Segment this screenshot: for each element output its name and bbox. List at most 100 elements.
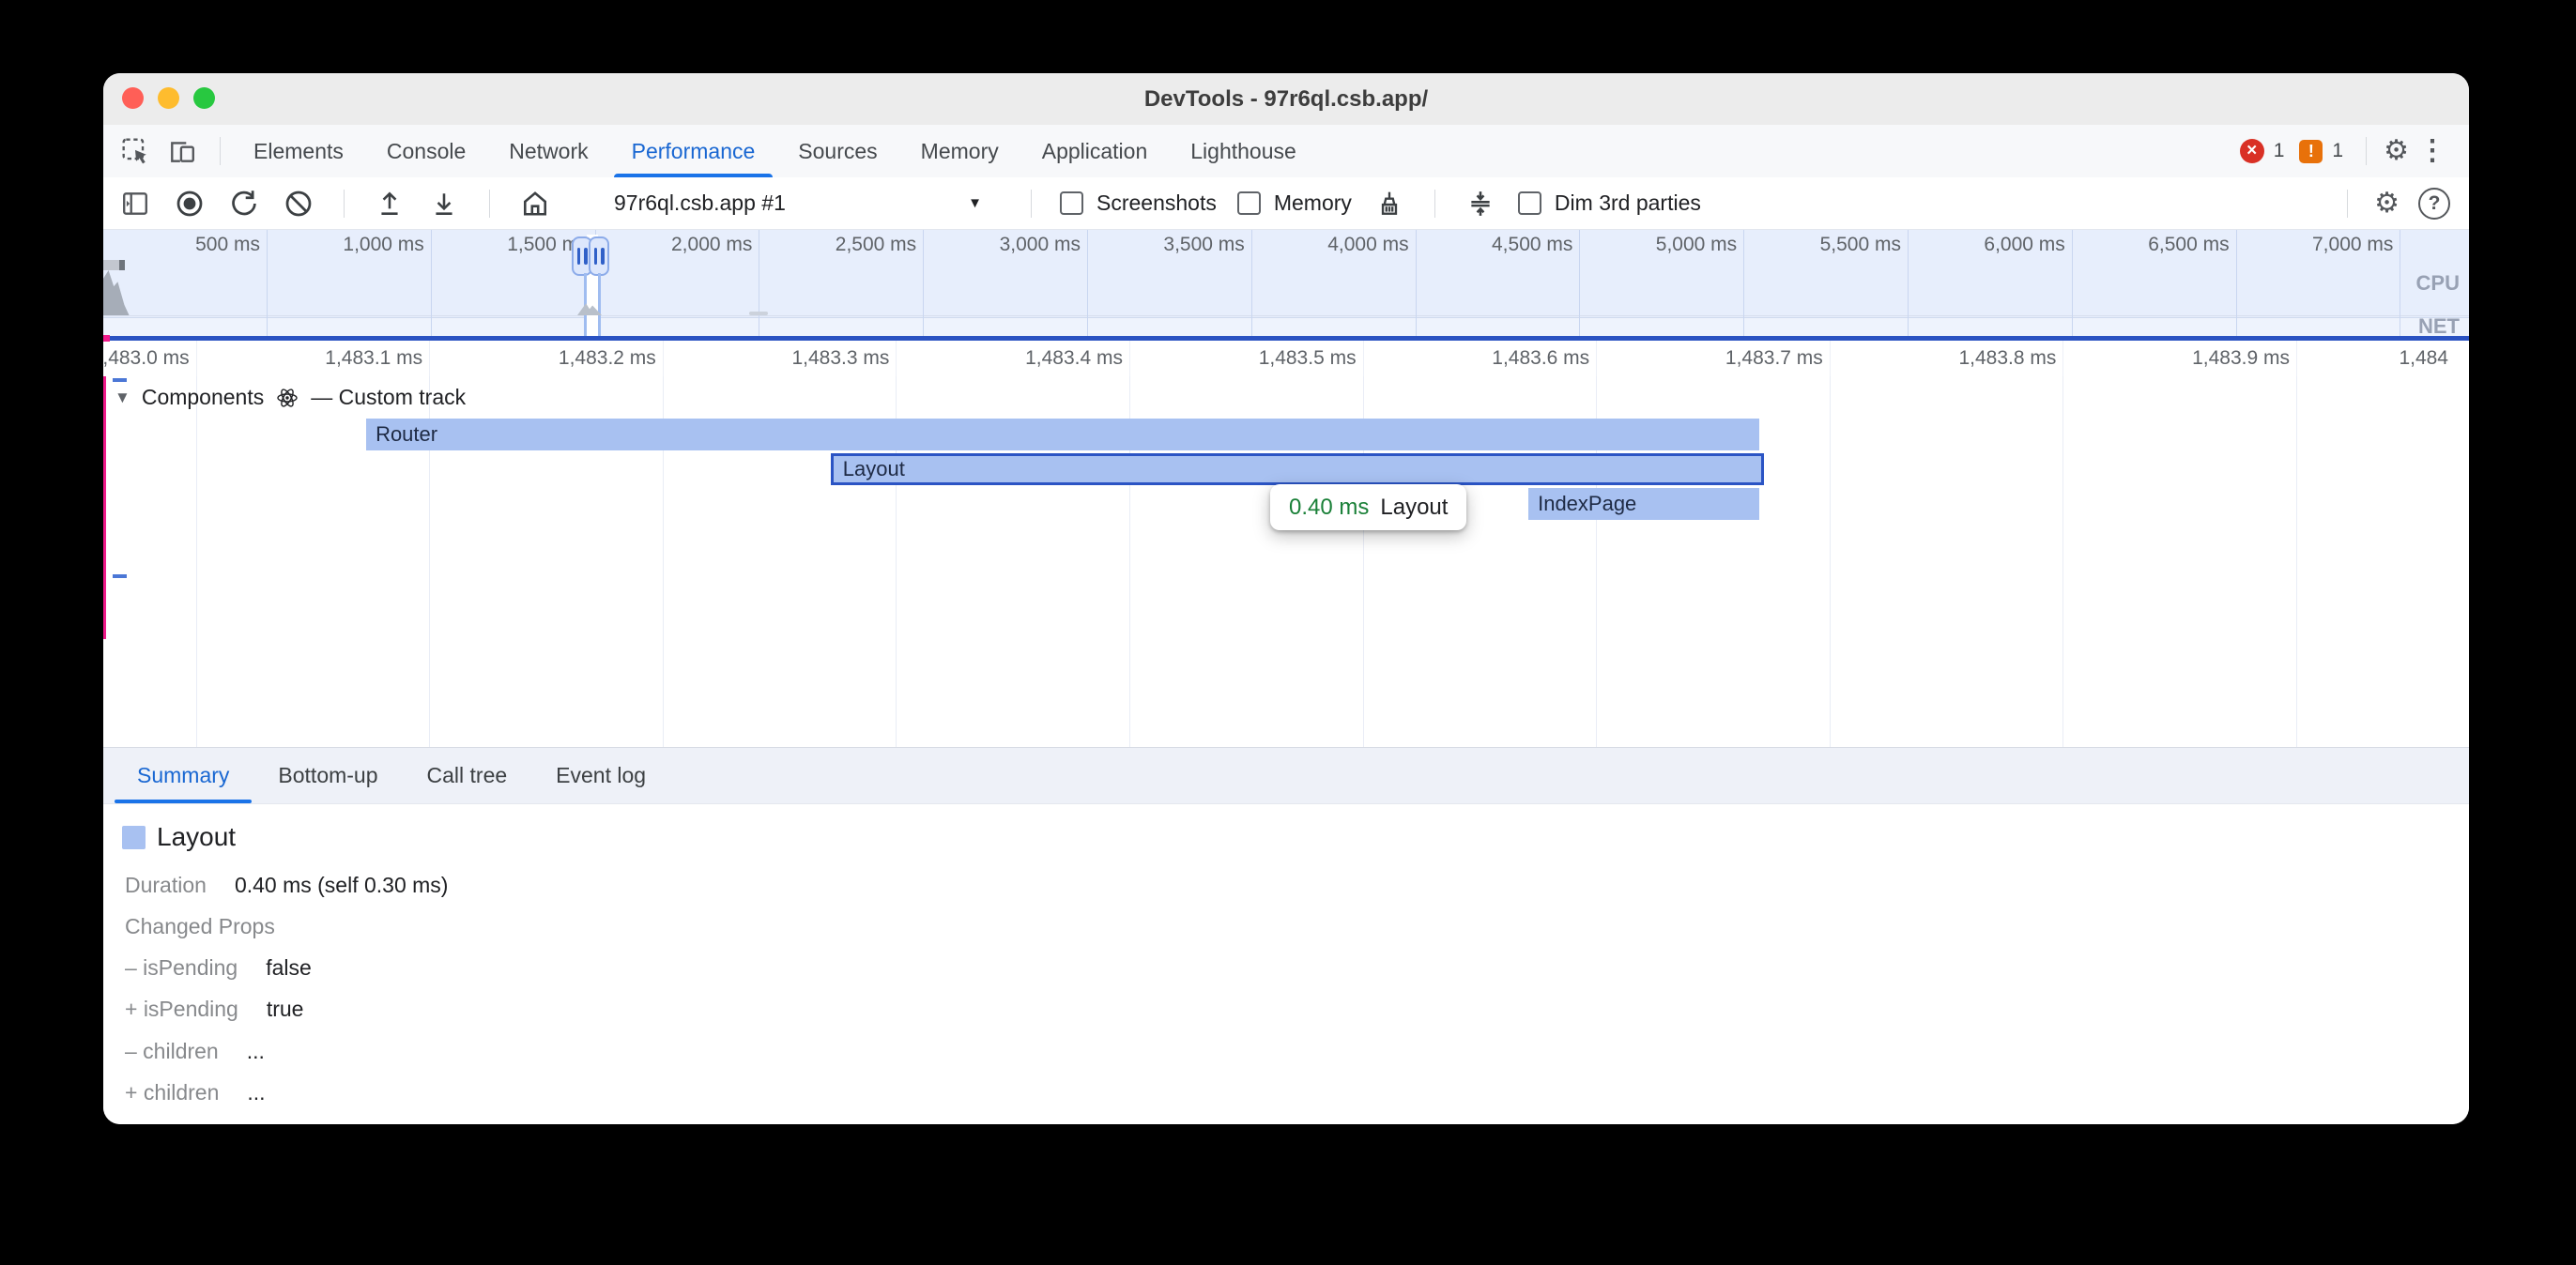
tabstrip-right: × 1 ! 1 ⚙ ⋮ [2240,137,2469,165]
warning-badge-icon[interactable]: ! [2299,140,2323,163]
help-icon[interactable]: ? [2418,188,2450,220]
selection-handle-right[interactable] [589,236,609,276]
summary-row: + children... [125,1079,266,1107]
overview-tick-label: 6,500 ms [2148,234,2229,256]
inspect-element-icon[interactable] [118,134,152,168]
scroll-indicator-dash [113,378,127,382]
memory-label: Memory [1274,191,1352,216]
tabstrip-left-icons [103,134,228,168]
clear-icon[interactable] [282,187,315,221]
error-badge-icon[interactable]: × [2240,139,2264,163]
checkbox-icon [1060,191,1083,215]
flame-bar-tooltip: 0.40 ms Layout [1270,484,1466,530]
summary-row-value: ... [247,1039,265,1064]
divider [344,190,345,218]
checkbox-icon [1518,191,1541,215]
device-toolbar-icon[interactable] [165,134,199,168]
divider [2366,137,2367,165]
screenshots-label: Screenshots [1096,191,1217,216]
ruler-gridline [1129,341,1130,376]
ruler-tick-label: 1,484 [2399,347,2448,370]
capture-settings-gear-icon[interactable]: ⚙ [2374,190,2400,218]
collapse-triangle-icon[interactable]: ▼ [115,389,130,407]
tab-application[interactable]: Application [1020,125,1170,177]
overview-gridline [1743,230,1744,336]
ruler-gridline [1363,341,1364,376]
net-label: NET [2418,314,2460,336]
overview-gridline [2236,230,2237,336]
overview-tick-label: 4,000 ms [1327,234,1408,256]
overview-gridline [1087,230,1088,336]
flame-chart-track[interactable]: ▼ Components — Custom track RouterLayout… [103,376,2469,748]
details-tab-event-log[interactable]: Event log [531,748,670,803]
ruler-tick-label: 1,483.0 ms [103,347,190,370]
overview-tick-label: 6,000 ms [1984,234,2064,256]
devtools-tabstrip: ElementsConsoleNetworkPerformanceSources… [103,125,2469,178]
overview-tick-label: 5,000 ms [1656,234,1737,256]
download-profile-icon[interactable] [427,187,461,221]
summary-row-value: false [266,955,312,981]
tab-console[interactable]: Console [365,125,487,177]
details-tab-bottom-up[interactable]: Bottom-up [253,748,402,803]
flame-bar-indexpage[interactable]: IndexPage [1528,488,1759,520]
overview-gridline [267,230,268,336]
tab-sources[interactable]: Sources [776,125,898,177]
tab-memory[interactable]: Memory [899,125,1020,177]
screenshot-strip-fragment [103,260,125,270]
summary-title: Layout [157,822,236,852]
tab-elements[interactable]: Elements [232,125,365,177]
track-gridline [2296,376,2297,747]
tab-performance[interactable]: Performance [610,125,777,177]
details-tabbar: SummaryBottom-upCall treeEvent log [103,748,2469,804]
ruler-tick-label: 1,483.7 ms [1725,347,1823,370]
flame-bar-layout[interactable]: Layout [831,453,1764,485]
memory-checkbox[interactable]: Memory [1237,191,1352,216]
select-arrow-icon: ▼ [968,195,982,211]
ruler-tick-label: 1,483.6 ms [1492,347,1589,370]
garbage-collect-brush-icon[interactable] [1372,187,1406,221]
divider [2347,190,2348,218]
ruler-tick-label: 1,483.3 ms [791,347,889,370]
scroll-indicator-dash [113,574,127,578]
track-header[interactable]: ▼ Components — Custom track [115,385,466,410]
devtools-tabs: ElementsConsoleNetworkPerformanceSources… [232,125,1318,177]
dim-3rd-parties-checkbox[interactable]: Dim 3rd parties [1518,191,1701,216]
collapse-flame-icon[interactable] [1464,187,1497,221]
titlebar: DevTools - 97r6ql.csb.app/ [103,73,2469,126]
checkbox-icon [1237,191,1261,215]
flame-bar-router[interactable]: Router [366,419,1759,450]
details-tab-call-tree[interactable]: Call tree [403,748,532,803]
overview-gridline [1579,230,1580,336]
network-strip [103,317,2469,336]
marker-square [103,335,110,342]
summary-row: Changed Props [125,912,275,940]
detail-time-ruler: 1,483.0 ms1,483.1 ms1,483.2 ms1,483.3 ms… [103,341,2469,376]
ruler-tick-label: 1,483.2 ms [559,347,656,370]
target-select[interactable]: 97r6ql.csb.app #1 ▼ [573,191,1003,216]
divider [489,190,490,218]
summary-row-label: – children [125,1039,219,1064]
tab-network[interactable]: Network [487,125,609,177]
summary-row: + isPendingtrue [125,996,303,1024]
upload-profile-icon[interactable] [373,187,406,221]
summary-row-value: 0.40 ms (self 0.30 ms) [235,873,449,898]
divider [1434,190,1435,218]
more-options-kebab-icon[interactable]: ⋮ [2418,137,2446,165]
track-left-marker-line [103,376,106,639]
error-count: 1 [2274,140,2285,162]
divider [220,137,221,165]
record-icon[interactable] [173,187,207,221]
details-tab-summary[interactable]: Summary [113,748,253,803]
screenshots-checkbox[interactable]: Screenshots [1060,191,1217,216]
ruler-gridline [2296,341,2297,376]
performance-toolbar: 97r6ql.csb.app #1 ▼ Screenshots Memory [103,177,2469,230]
window-title: DevTools - 97r6ql.csb.app/ [103,73,2469,125]
settings-gear-icon[interactable]: ⚙ [2384,137,2409,165]
ruler-gridline [663,341,664,376]
tab-lighthouse[interactable]: Lighthouse [1169,125,1318,177]
home-icon[interactable] [518,187,552,221]
toggle-sidebar-icon[interactable] [118,187,152,221]
timeline-overview[interactable]: CPU NET 500 ms1,000 ms1,500 ms2,000 ms2,… [103,230,2469,336]
ruler-tick-label: 1,483.4 ms [1025,347,1123,370]
reload-record-icon[interactable] [227,187,261,221]
